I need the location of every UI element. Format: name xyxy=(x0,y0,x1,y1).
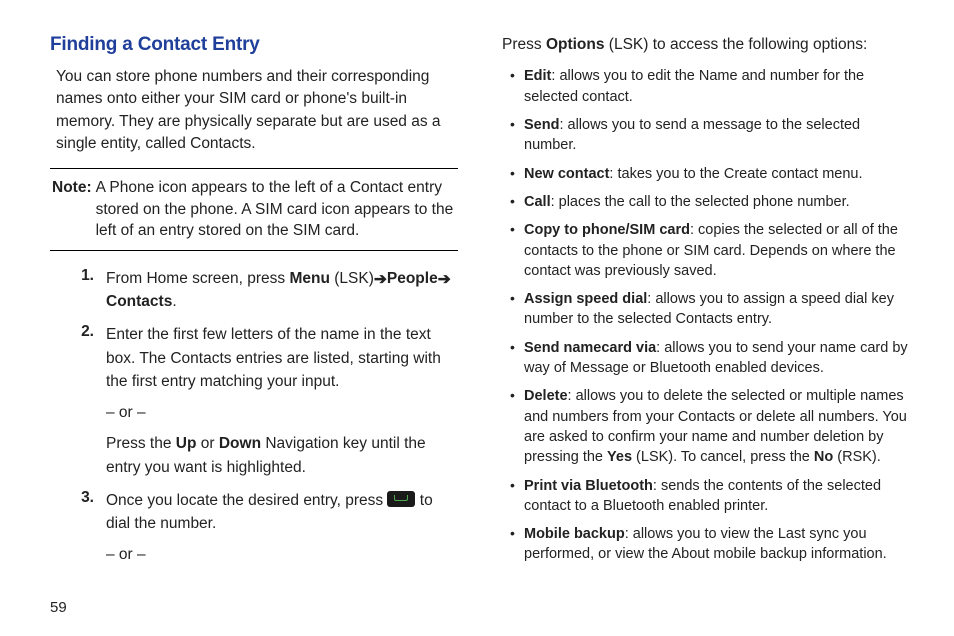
arrow-icon: ➔ xyxy=(374,268,387,291)
step-number: 1. xyxy=(76,267,106,314)
step-or: – or – xyxy=(106,543,458,566)
option-edit: Edit: allows you to edit the Name and nu… xyxy=(506,66,910,107)
call-key-icon xyxy=(387,491,415,507)
options-list: Edit: allows you to edit the Name and nu… xyxy=(506,66,910,564)
page-columns: Finding a Contact Entry You can store ph… xyxy=(50,34,910,577)
section-heading: Finding a Contact Entry xyxy=(50,34,458,56)
arrow-icon: ➔ xyxy=(438,268,451,291)
right-column: Press Options (LSK) to access the follow… xyxy=(502,34,910,577)
step-3: 3. Once you locate the desired entry, pr… xyxy=(76,489,458,567)
option-new-contact: New contact: takes you to the Create con… xyxy=(506,164,910,184)
note-block: Note: A Phone icon appears to the left o… xyxy=(50,168,458,251)
option-delete: Delete: allows you to delete the selecte… xyxy=(506,386,910,467)
option-backup: Mobile backup: allows you to view the La… xyxy=(506,524,910,565)
step-or: – or – xyxy=(106,401,458,424)
note-label: Note: xyxy=(50,177,96,242)
intro-paragraph: You can store phone numbers and their co… xyxy=(56,66,458,156)
step-text: From Home screen, press Menu (LSK) ➔ Peo… xyxy=(106,267,458,314)
page-number: 59 xyxy=(50,599,910,616)
step-text: Enter the first few letters of the name … xyxy=(106,323,458,393)
option-print: Print via Bluetooth: sends the contents … xyxy=(506,476,910,517)
step-2: 2. Enter the first few letters of the na… xyxy=(76,323,458,479)
option-copy: Copy to phone/SIM card: copies the selec… xyxy=(506,220,910,281)
step-list: 1. From Home screen, press Menu (LSK) ➔ … xyxy=(76,267,458,567)
step-number: 3. xyxy=(76,489,106,567)
step-1: 1. From Home screen, press Menu (LSK) ➔ … xyxy=(76,267,458,314)
option-namecard: Send namecard via: allows you to send yo… xyxy=(506,338,910,379)
option-speed-dial: Assign speed dial: allows you to assign … xyxy=(506,289,910,330)
step-text: Press the Up or Down Navigation key unti… xyxy=(106,432,458,479)
left-column: Finding a Contact Entry You can store ph… xyxy=(50,34,458,577)
step-text: Once you locate the desired entry, press… xyxy=(106,489,458,536)
options-intro: Press Options (LSK) to access the follow… xyxy=(502,34,910,56)
option-call: Call: places the call to the selected ph… xyxy=(506,192,910,212)
step-number: 2. xyxy=(76,323,106,479)
note-text: A Phone icon appears to the left of a Co… xyxy=(96,177,458,242)
option-send: Send: allows you to send a message to th… xyxy=(506,115,910,156)
